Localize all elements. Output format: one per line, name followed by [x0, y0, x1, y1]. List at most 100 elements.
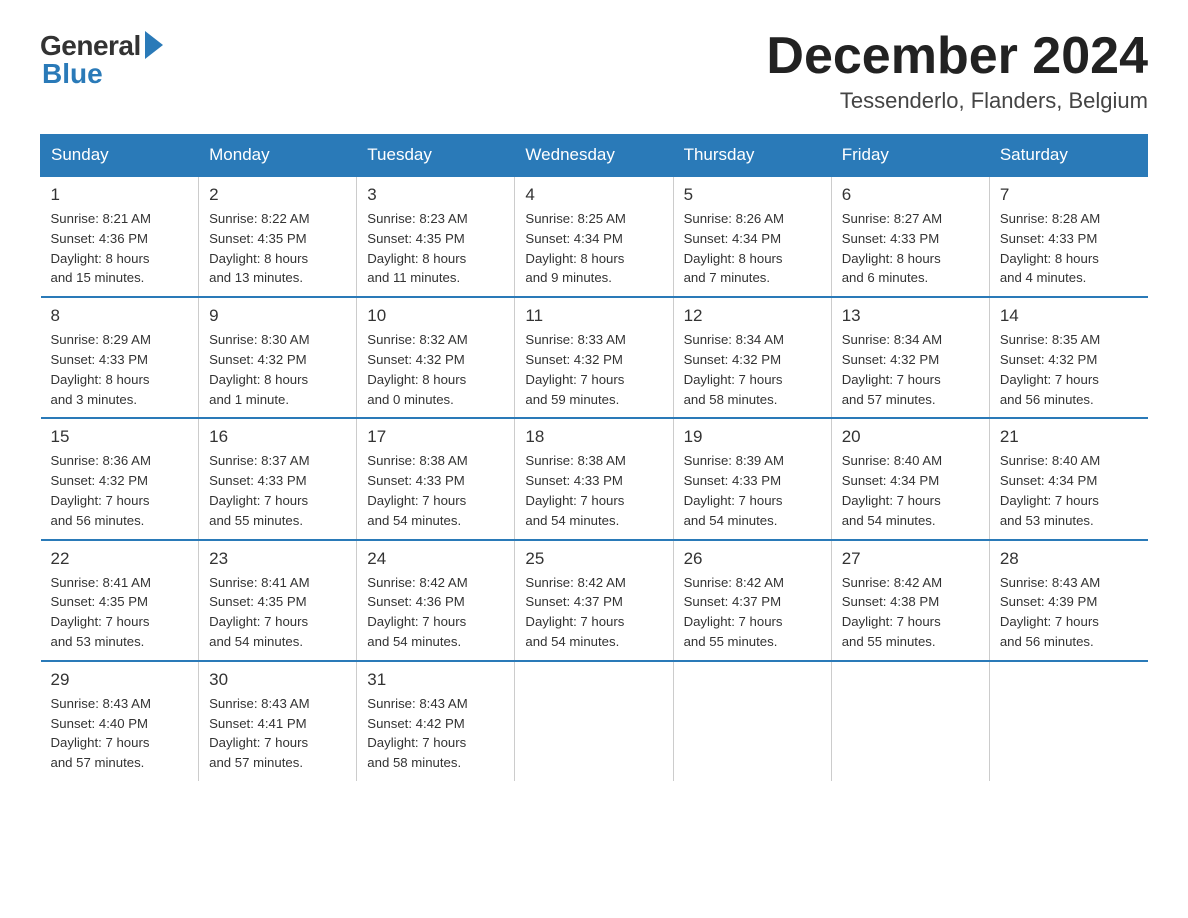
day-info: Sunrise: 8:42 AM Sunset: 4:37 PM Dayligh… [525, 573, 662, 652]
day-info: Sunrise: 8:40 AM Sunset: 4:34 PM Dayligh… [842, 451, 979, 530]
day-number: 19 [684, 427, 821, 447]
day-info: Sunrise: 8:35 AM Sunset: 4:32 PM Dayligh… [1000, 330, 1138, 409]
day-info: Sunrise: 8:38 AM Sunset: 4:33 PM Dayligh… [367, 451, 504, 530]
day-info: Sunrise: 8:25 AM Sunset: 4:34 PM Dayligh… [525, 209, 662, 288]
calendar-header: SundayMondayTuesdayWednesdayThursdayFrid… [41, 135, 1148, 177]
day-cell: 23Sunrise: 8:41 AM Sunset: 4:35 PM Dayli… [199, 540, 357, 661]
day-cell: 5 Sunrise: 8:26 AM Sunset: 4:34 PM Daylig… [673, 176, 831, 297]
day-info: Sunrise: 8:30 AM Sunset: 4:32 PM Dayligh… [209, 330, 346, 409]
day-cell [515, 661, 673, 781]
day-info: Sunrise: 8:41 AM Sunset: 4:35 PM Dayligh… [209, 573, 346, 652]
day-cell: 19 Sunrise: 8:39 AM Sunset: 4:33 PM Dayli… [673, 418, 831, 539]
day-info: Sunrise: 8:43 AM Sunset: 4:41 PM Dayligh… [209, 694, 346, 773]
day-info: Sunrise: 8:26 AM Sunset: 4:34 PM Dayligh… [684, 209, 821, 288]
week-row-3: 15Sunrise: 8:36 AM Sunset: 4:32 PM Dayli… [41, 418, 1148, 539]
day-cell: 6Sunrise: 8:27 AM Sunset: 4:33 PM Daylig… [831, 176, 989, 297]
day-number: 16 [209, 427, 346, 447]
day-number: 14 [1000, 306, 1138, 326]
day-number: 17 [367, 427, 504, 447]
day-cell: 15Sunrise: 8:36 AM Sunset: 4:32 PM Dayli… [41, 418, 199, 539]
day-info: Sunrise: 8:34 AM Sunset: 4:32 PM Dayligh… [842, 330, 979, 409]
day-info: Sunrise: 8:42 AM Sunset: 4:37 PM Dayligh… [684, 573, 821, 652]
day-number: 30 [209, 670, 346, 690]
day-number: 5 [684, 185, 821, 205]
day-number: 9 [209, 306, 346, 326]
day-number: 29 [51, 670, 189, 690]
day-number: 11 [525, 306, 662, 326]
day-info: Sunrise: 8:32 AM Sunset: 4:32 PM Dayligh… [367, 330, 504, 409]
day-cell: 2 Sunrise: 8:22 AM Sunset: 4:35 PM Daylig… [199, 176, 357, 297]
day-number: 22 [51, 549, 189, 569]
day-cell: 26 Sunrise: 8:42 AM Sunset: 4:37 PM Dayli… [673, 540, 831, 661]
day-info: Sunrise: 8:41 AM Sunset: 4:35 PM Dayligh… [51, 573, 189, 652]
day-number: 12 [684, 306, 821, 326]
day-number: 2 [209, 185, 346, 205]
day-info: Sunrise: 8:43 AM Sunset: 4:42 PM Dayligh… [367, 694, 504, 773]
day-number: 6 [842, 185, 979, 205]
day-cell [989, 661, 1147, 781]
calendar-table: SundayMondayTuesdayWednesdayThursdayFrid… [40, 134, 1148, 781]
day-info: Sunrise: 8:28 AM Sunset: 4:33 PM Dayligh… [1000, 209, 1138, 288]
day-number: 18 [525, 427, 662, 447]
day-info: Sunrise: 8:39 AM Sunset: 4:33 PM Dayligh… [684, 451, 821, 530]
day-info: Sunrise: 8:29 AM Sunset: 4:33 PM Dayligh… [51, 330, 189, 409]
day-cell: 29Sunrise: 8:43 AM Sunset: 4:40 PM Dayli… [41, 661, 199, 781]
day-cell: 21 Sunrise: 8:40 AM Sunset: 4:34 PM Dayli… [989, 418, 1147, 539]
week-row-1: 1 Sunrise: 8:21 AM Sunset: 4:36 PM Daylig… [41, 176, 1148, 297]
header-day-wednesday: Wednesday [515, 135, 673, 177]
logo-arrow-icon [145, 31, 163, 59]
day-number: 21 [1000, 427, 1138, 447]
day-cell: 31 Sunrise: 8:43 AM Sunset: 4:42 PM Dayli… [357, 661, 515, 781]
header-day-friday: Friday [831, 135, 989, 177]
day-info: Sunrise: 8:21 AM Sunset: 4:36 PM Dayligh… [51, 209, 189, 288]
day-cell: 1 Sunrise: 8:21 AM Sunset: 4:36 PM Daylig… [41, 176, 199, 297]
header-row: SundayMondayTuesdayWednesdayThursdayFrid… [41, 135, 1148, 177]
day-info: Sunrise: 8:38 AM Sunset: 4:33 PM Dayligh… [525, 451, 662, 530]
day-info: Sunrise: 8:42 AM Sunset: 4:38 PM Dayligh… [842, 573, 979, 652]
header-day-thursday: Thursday [673, 135, 831, 177]
day-cell: 20 Sunrise: 8:40 AM Sunset: 4:34 PM Dayli… [831, 418, 989, 539]
title-block: December 2024 Tessenderlo, Flanders, Bel… [766, 30, 1148, 114]
page-header: General Blue December 2024 Tessenderlo, … [40, 30, 1148, 114]
logo-blue-text: Blue [40, 58, 103, 90]
day-cell: 3Sunrise: 8:23 AM Sunset: 4:35 PM Daylig… [357, 176, 515, 297]
day-cell [831, 661, 989, 781]
day-number: 20 [842, 427, 979, 447]
day-cell: 25 Sunrise: 8:42 AM Sunset: 4:37 PM Dayli… [515, 540, 673, 661]
day-info: Sunrise: 8:33 AM Sunset: 4:32 PM Dayligh… [525, 330, 662, 409]
day-number: 10 [367, 306, 504, 326]
day-cell: 27 Sunrise: 8:42 AM Sunset: 4:38 PM Dayli… [831, 540, 989, 661]
day-cell: 13 Sunrise: 8:34 AM Sunset: 4:32 PM Dayli… [831, 297, 989, 418]
day-cell: 4Sunrise: 8:25 AM Sunset: 4:34 PM Daylig… [515, 176, 673, 297]
header-day-sunday: Sunday [41, 135, 199, 177]
day-info: Sunrise: 8:37 AM Sunset: 4:33 PM Dayligh… [209, 451, 346, 530]
day-number: 3 [367, 185, 504, 205]
day-cell: 8 Sunrise: 8:29 AM Sunset: 4:33 PM Daylig… [41, 297, 199, 418]
day-number: 27 [842, 549, 979, 569]
week-row-2: 8 Sunrise: 8:29 AM Sunset: 4:33 PM Daylig… [41, 297, 1148, 418]
day-cell: 10 Sunrise: 8:32 AM Sunset: 4:32 PM Dayli… [357, 297, 515, 418]
day-info: Sunrise: 8:40 AM Sunset: 4:34 PM Dayligh… [1000, 451, 1138, 530]
week-row-5: 29Sunrise: 8:43 AM Sunset: 4:40 PM Dayli… [41, 661, 1148, 781]
day-number: 13 [842, 306, 979, 326]
day-number: 31 [367, 670, 504, 690]
day-number: 28 [1000, 549, 1138, 569]
day-cell: 7 Sunrise: 8:28 AM Sunset: 4:33 PM Daylig… [989, 176, 1147, 297]
day-cell: 11 Sunrise: 8:33 AM Sunset: 4:32 PM Dayli… [515, 297, 673, 418]
day-info: Sunrise: 8:34 AM Sunset: 4:32 PM Dayligh… [684, 330, 821, 409]
month-title: December 2024 [766, 30, 1148, 82]
day-cell: 28 Sunrise: 8:43 AM Sunset: 4:39 PM Dayli… [989, 540, 1147, 661]
day-number: 25 [525, 549, 662, 569]
day-number: 8 [51, 306, 189, 326]
day-info: Sunrise: 8:22 AM Sunset: 4:35 PM Dayligh… [209, 209, 346, 288]
header-day-monday: Monday [199, 135, 357, 177]
day-number: 7 [1000, 185, 1138, 205]
day-cell: 18 Sunrise: 8:38 AM Sunset: 4:33 PM Dayli… [515, 418, 673, 539]
day-number: 24 [367, 549, 504, 569]
week-row-4: 22 Sunrise: 8:41 AM Sunset: 4:35 PM Dayli… [41, 540, 1148, 661]
day-info: Sunrise: 8:43 AM Sunset: 4:39 PM Dayligh… [1000, 573, 1138, 652]
day-info: Sunrise: 8:36 AM Sunset: 4:32 PM Dayligh… [51, 451, 189, 530]
day-number: 26 [684, 549, 821, 569]
day-cell: 24Sunrise: 8:42 AM Sunset: 4:36 PM Dayli… [357, 540, 515, 661]
day-number: 1 [51, 185, 189, 205]
